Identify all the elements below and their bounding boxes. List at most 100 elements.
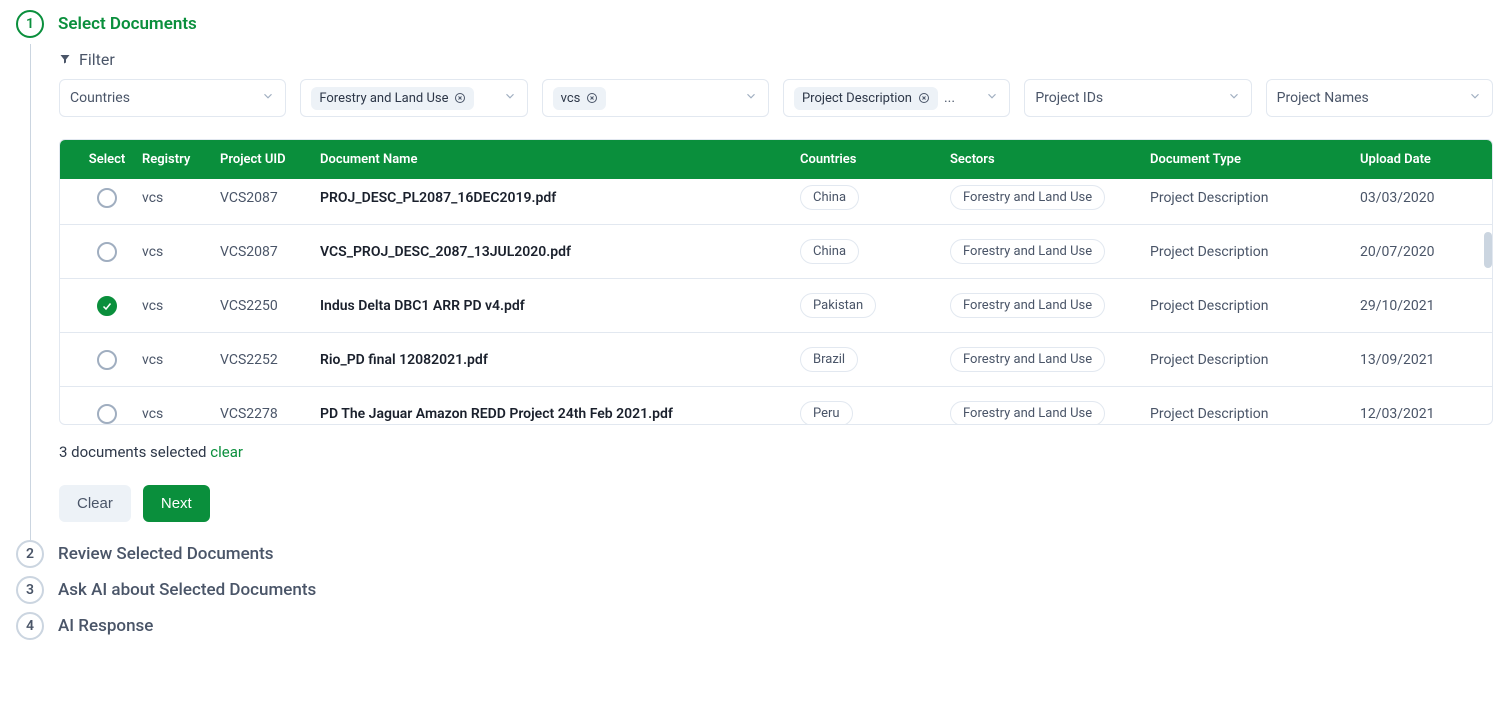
- chip-registry: vcs: [553, 87, 607, 110]
- chevron-down-icon: [261, 89, 275, 107]
- table-header: Select Registry Project UID Document Nam…: [60, 140, 1492, 179]
- country-pill: China: [800, 185, 859, 210]
- step-4-title: AI Response: [58, 616, 153, 636]
- row-select-radio[interactable]: [97, 296, 117, 316]
- table-body[interactable]: vcsVCS2087PROJ_DESC_PL2087_16DEC2019.pdf…: [60, 179, 1492, 424]
- th-sectors: Sectors: [950, 152, 1150, 167]
- sector-pill: Forestry and Land Use: [950, 293, 1105, 318]
- sectors-select[interactable]: Forestry and Land Use: [300, 79, 527, 117]
- step-4[interactable]: 4 AI Response: [16, 612, 1493, 640]
- cell-sectors: Forestry and Land Use: [950, 239, 1150, 264]
- cell-registry: vcs: [142, 190, 220, 206]
- chip-registry-remove-icon[interactable]: [586, 92, 598, 104]
- step-1-title: Select Documents: [58, 14, 197, 34]
- sector-pill: Forestry and Land Use: [950, 401, 1105, 424]
- countries-select[interactable]: Countries: [59, 79, 286, 117]
- table-row: vcsVCS2250Indus Delta DBC1 ARR PD v4.pdf…: [60, 279, 1492, 333]
- th-docname: Document Name: [320, 152, 800, 167]
- chevron-down-icon: [985, 89, 999, 107]
- cell-registry: vcs: [142, 298, 220, 314]
- documents-table: Select Registry Project UID Document Nam…: [59, 139, 1493, 425]
- project-names-select[interactable]: Project Names: [1266, 79, 1493, 117]
- filter-icon: [59, 50, 71, 69]
- th-select: Select: [72, 152, 142, 167]
- table-row: vcsVCS2278PD The Jaguar Amazon REDD Proj…: [60, 387, 1492, 424]
- cell-doctype: Project Description: [1150, 406, 1360, 422]
- chip-doctype-remove-icon[interactable]: [918, 92, 930, 104]
- filter-label: Filter: [79, 50, 115, 69]
- chip-doctype: Project Description: [794, 87, 938, 110]
- sector-pill: Forestry and Land Use: [950, 239, 1105, 264]
- chevron-down-icon: [1468, 89, 1482, 107]
- step-2-number: 2: [16, 540, 44, 568]
- cell-registry: vcs: [142, 352, 220, 368]
- step-2-title: Review Selected Documents: [58, 544, 274, 564]
- country-pill: China: [800, 239, 859, 264]
- cell-uid: VCS2087: [220, 190, 320, 206]
- step-2[interactable]: 2 Review Selected Documents: [16, 540, 1493, 568]
- table-row: vcsVCS2252Rio_PD final 12082021.pdfBrazi…: [60, 333, 1492, 387]
- cell-countries: China: [800, 185, 950, 210]
- chip-sector-remove-icon[interactable]: [454, 92, 466, 104]
- table-row: vcsVCS2087PROJ_DESC_PL2087_16DEC2019.pdf…: [60, 179, 1492, 225]
- cell-countries: Brazil: [800, 347, 950, 372]
- th-doctype: Document Type: [1150, 152, 1360, 167]
- project-ids-select[interactable]: Project IDs: [1024, 79, 1251, 117]
- cell-registry: vcs: [142, 406, 220, 422]
- step-1: 1 Select Documents Filter Countries: [16, 10, 1493, 540]
- row-select-radio[interactable]: [97, 242, 117, 262]
- chip-doctype-label: Project Description: [802, 91, 912, 106]
- cell-countries: Pakistan: [800, 293, 950, 318]
- country-pill: Brazil: [800, 347, 858, 372]
- clear-button[interactable]: Clear: [59, 485, 131, 522]
- table-row: vcsVCS2087VCS_PROJ_DESC_2087_13JUL2020.p…: [60, 225, 1492, 279]
- step-4-number: 4: [16, 612, 44, 640]
- selection-count-text: 3 documents selected: [59, 443, 210, 461]
- th-upload: Upload Date: [1360, 152, 1480, 167]
- filter-selects: Countries Forestry and Land Use: [59, 79, 1493, 117]
- doctype-select[interactable]: Project Description ...: [783, 79, 1010, 117]
- row-select-radio[interactable]: [97, 188, 117, 208]
- registry-select[interactable]: vcs: [542, 79, 769, 117]
- cell-docname: PROJ_DESC_PL2087_16DEC2019.pdf: [320, 190, 800, 206]
- chip-sector-label: Forestry and Land Use: [319, 91, 448, 106]
- project-ids-placeholder: Project IDs: [1035, 90, 1220, 106]
- sector-pill: Forestry and Land Use: [950, 347, 1105, 372]
- cell-doctype: Project Description: [1150, 298, 1360, 314]
- scrollbar-thumb[interactable]: [1484, 232, 1492, 268]
- step-3-title: Ask AI about Selected Documents: [58, 580, 316, 600]
- th-countries: Countries: [800, 152, 950, 167]
- step-3-number: 3: [16, 576, 44, 604]
- clear-selection-link[interactable]: clear: [210, 443, 243, 461]
- cell-upload: 29/10/2021: [1360, 298, 1480, 314]
- selection-count: 3 documents selected clear: [59, 443, 1493, 461]
- row-select-radio[interactable]: [97, 350, 117, 370]
- row-select-radio[interactable]: [97, 404, 117, 424]
- cell-registry: vcs: [142, 244, 220, 260]
- next-button[interactable]: Next: [143, 485, 210, 522]
- chevron-down-icon: [744, 89, 758, 107]
- chip-sector: Forestry and Land Use: [311, 87, 474, 110]
- cell-countries: China: [800, 239, 950, 264]
- cell-uid: VCS2252: [220, 352, 320, 368]
- cell-upload: 20/07/2020: [1360, 244, 1480, 260]
- cell-docname: Rio_PD final 12082021.pdf: [320, 352, 800, 368]
- countries-placeholder: Countries: [70, 90, 255, 106]
- cell-doctype: Project Description: [1150, 190, 1360, 206]
- th-uid: Project UID: [220, 152, 320, 167]
- cell-uid: VCS2278: [220, 406, 320, 422]
- cell-docname: VCS_PROJ_DESC_2087_13JUL2020.pdf: [320, 244, 800, 260]
- chip-registry-label: vcs: [561, 91, 581, 106]
- cell-upload: 12/03/2021: [1360, 406, 1480, 422]
- step-1-number: 1: [16, 10, 44, 38]
- doctype-more: ...: [944, 90, 955, 106]
- cell-uid: VCS2250: [220, 298, 320, 314]
- cell-uid: VCS2087: [220, 244, 320, 260]
- project-names-placeholder: Project Names: [1277, 90, 1462, 106]
- cell-sectors: Forestry and Land Use: [950, 293, 1150, 318]
- sector-pill: Forestry and Land Use: [950, 185, 1105, 210]
- cell-doctype: Project Description: [1150, 352, 1360, 368]
- cell-countries: Peru: [800, 401, 950, 424]
- step-3[interactable]: 3 Ask AI about Selected Documents: [16, 576, 1493, 604]
- th-registry: Registry: [142, 152, 220, 167]
